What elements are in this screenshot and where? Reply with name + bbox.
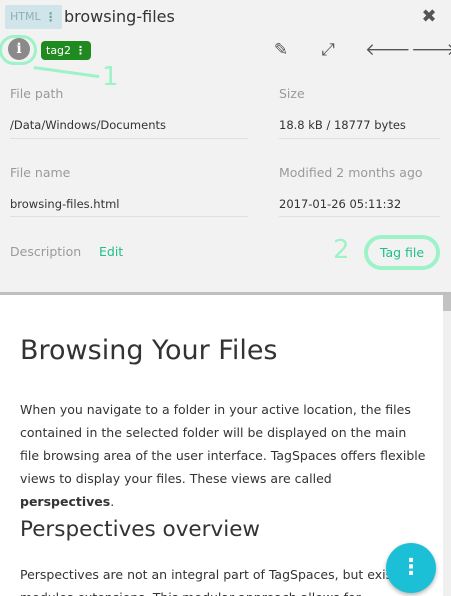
document-heading: Browsing Your Files [20,335,278,366]
tag-chip[interactable]: tag2 ⋮ [41,41,92,60]
title-bar: HTML ⋮ browsing-files ✖ [0,0,451,36]
file-extension-label: HTML [10,10,41,23]
close-icon[interactable]: ✖ [418,6,440,28]
fullscreen-icon[interactable]: ⤢ [317,40,339,60]
modified-field: Modified 2 months ago [279,165,423,180]
document-subheading: Perspectives overview [20,517,261,542]
info-icon[interactable]: i [8,38,30,60]
modified-value: 2017-01-26 05:11:32 [279,197,402,211]
callout-number-1: 1 [102,62,119,92]
scrollbar-thumb[interactable] [443,295,451,311]
file-name-value-wrap: browsing-files.html [10,197,120,211]
size-label: Size [279,86,305,101]
separator [279,216,440,217]
description-field: Description [10,244,81,259]
paragraph-bold-text: perspectives [20,494,111,509]
edit-icon[interactable]: ✎ [270,40,292,60]
file-name-field: File name [10,165,70,180]
separator [10,138,248,139]
paragraph-text-end: . [110,494,115,509]
size-value: 18.8 kB / 18777 bytes [279,118,406,132]
file-properties-panel: HTML ⋮ browsing-files ✖ i tag2 ⋮ ✎ ⤢ 🡐 🡒… [0,0,451,294]
more-actions-button[interactable]: ⋮ [386,543,436,593]
size-value-wrap: 18.8 kB / 18777 bytes [279,118,406,132]
file-extension-badge[interactable]: HTML ⋮ [5,5,62,29]
separator [279,138,440,139]
file-path-value-wrap: /Data/Windows/Documents [10,118,166,132]
tag-menu-icon: ⋮ [75,44,87,57]
size-field: Size [279,86,305,101]
file-path-label: File path [10,86,64,101]
document-viewer[interactable]: Browsing Your Files When you navigate to… [0,295,443,596]
file-title: browsing-files [64,7,175,26]
file-name-label: File name [10,165,71,180]
modified-value-wrap: 2017-01-26 05:11:32 [279,197,401,211]
extension-menu-icon: ⋮ [44,10,57,24]
file-name-value[interactable]: browsing-files.html [10,197,120,211]
separator [10,216,248,217]
file-path-value: /Data/Windows/Documents [10,118,166,132]
previous-file-icon[interactable]: 🡐 [365,40,411,60]
edit-description-button[interactable]: Edit [99,244,123,259]
tag-file-button[interactable]: Tag file [364,235,440,270]
document-paragraph: When you navigate to a folder in your ac… [20,398,428,513]
next-file-icon[interactable]: 🡒 [411,40,451,60]
content-scrollbar[interactable] [443,295,451,596]
tag-chip-label: tag2 [46,44,72,57]
file-path-field: File path [10,86,63,101]
modified-label: Modified 2 months ago [279,165,423,180]
paragraph-text: When you navigate to a folder in your ac… [20,402,426,486]
description-label: Description [10,244,82,259]
callout-number-2: 2 [333,235,350,265]
document-paragraph-2: Perspectives are not an integral part of… [20,567,415,596]
